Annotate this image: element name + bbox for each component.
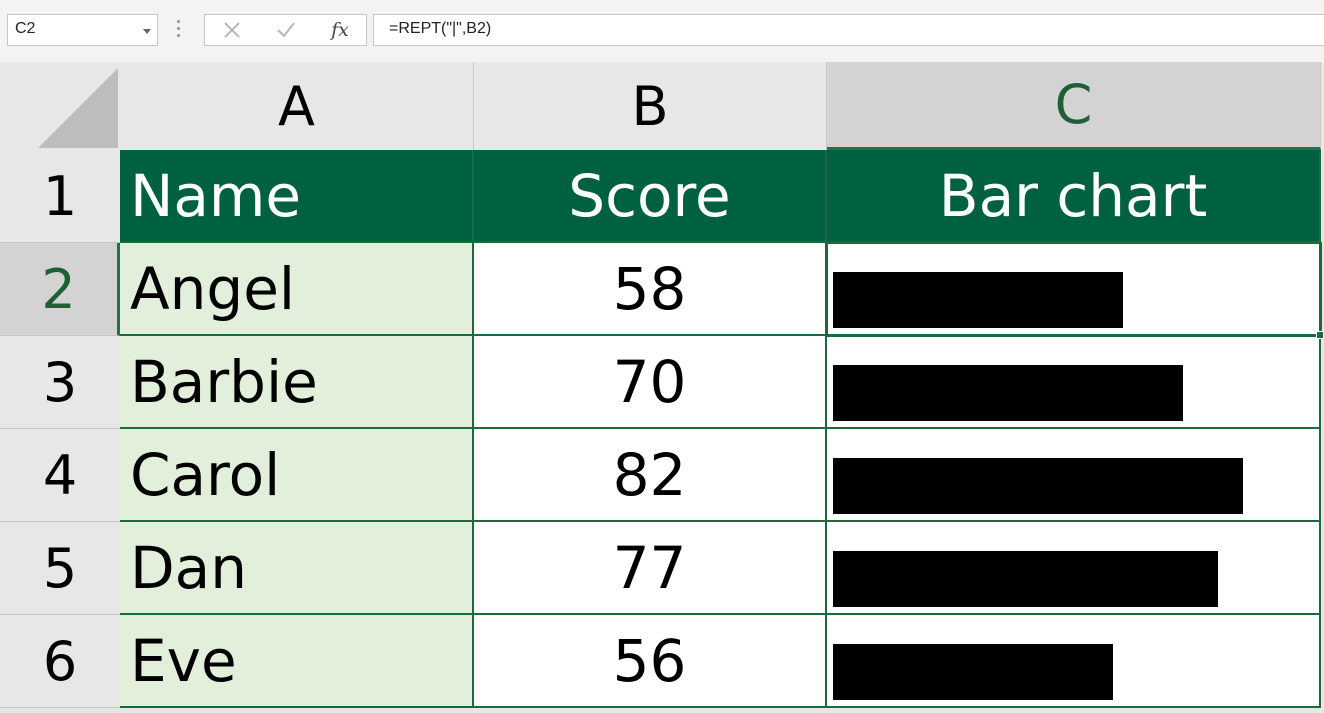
score-value: 58 xyxy=(612,254,687,323)
cell-c3[interactable] xyxy=(827,336,1321,429)
cell-a1[interactable]: Name xyxy=(120,150,474,243)
cell-a6[interactable]: Eve xyxy=(120,615,474,708)
cell-a4[interactable]: Carol xyxy=(120,429,474,522)
rept-bar xyxy=(833,644,1113,700)
insert-function-icon[interactable]: fx xyxy=(325,17,355,43)
cell-b1[interactable]: Score xyxy=(474,150,827,243)
rept-bar xyxy=(833,272,1123,328)
name-box-value: C2 xyxy=(15,20,36,37)
cell-c2[interactable] xyxy=(827,243,1321,336)
cell-a3[interactable]: Barbie xyxy=(120,336,474,429)
row-header-4[interactable]: 4 xyxy=(0,429,120,522)
rept-bar xyxy=(833,365,1183,421)
header-score: Score xyxy=(568,161,731,230)
cell-a5[interactable]: Dan xyxy=(120,522,474,615)
column-header-c[interactable]: C xyxy=(827,62,1321,150)
cell-c5[interactable] xyxy=(827,522,1321,615)
cell-c6[interactable] xyxy=(827,615,1321,708)
name-value: Angel xyxy=(130,254,296,323)
fill-handle[interactable] xyxy=(1316,331,1324,339)
score-value: 56 xyxy=(612,626,687,695)
cell-b4[interactable]: 82 xyxy=(474,429,827,522)
header-bar-chart: Bar chart xyxy=(938,161,1208,230)
cell-b5[interactable]: 77 xyxy=(474,522,827,615)
cell-b6[interactable]: 56 xyxy=(474,615,827,708)
drag-handle-icon[interactable] xyxy=(177,20,181,42)
row-header-6[interactable]: 6 xyxy=(0,615,120,708)
name-box[interactable]: C2 xyxy=(7,14,158,46)
cell-b2[interactable]: 58 xyxy=(474,243,827,336)
check-icon[interactable] xyxy=(271,17,301,43)
rept-bar xyxy=(833,458,1243,514)
name-value: Eve xyxy=(130,626,237,695)
formula-text: =REPT("|",B2) xyxy=(389,20,492,37)
cell-c4[interactable] xyxy=(827,429,1321,522)
formula-input[interactable]: =REPT("|",B2) xyxy=(373,14,1324,46)
row-header-2[interactable]: 2 xyxy=(0,243,120,336)
row-header-1[interactable]: 1 xyxy=(0,150,120,243)
column-header-a[interactable]: A xyxy=(120,62,474,150)
name-value: Dan xyxy=(130,533,247,602)
row-header-3[interactable]: 3 xyxy=(0,336,120,429)
spreadsheet-grid: A B C 1 2 3 4 5 6 Name Score Bar chart A… xyxy=(0,62,1324,713)
score-value: 70 xyxy=(612,347,687,416)
name-value: Carol xyxy=(130,440,281,509)
formula-buttons: fx xyxy=(204,14,367,46)
cell-c1[interactable]: Bar chart xyxy=(827,150,1321,243)
chevron-down-icon[interactable] xyxy=(143,29,151,34)
close-icon[interactable] xyxy=(217,17,247,43)
name-value: Barbie xyxy=(130,347,318,416)
cell-a2[interactable]: Angel xyxy=(120,243,474,336)
formula-bar: C2 fx =REPT("|",B2) xyxy=(0,0,1324,62)
row-header-5[interactable]: 5 xyxy=(0,522,120,615)
select-all-button[interactable] xyxy=(0,62,120,150)
header-name: Name xyxy=(130,161,302,230)
rept-bar xyxy=(833,551,1218,607)
score-value: 77 xyxy=(612,533,687,602)
column-header-b[interactable]: B xyxy=(474,62,827,150)
score-value: 82 xyxy=(612,440,687,509)
cell-b3[interactable]: 70 xyxy=(474,336,827,429)
